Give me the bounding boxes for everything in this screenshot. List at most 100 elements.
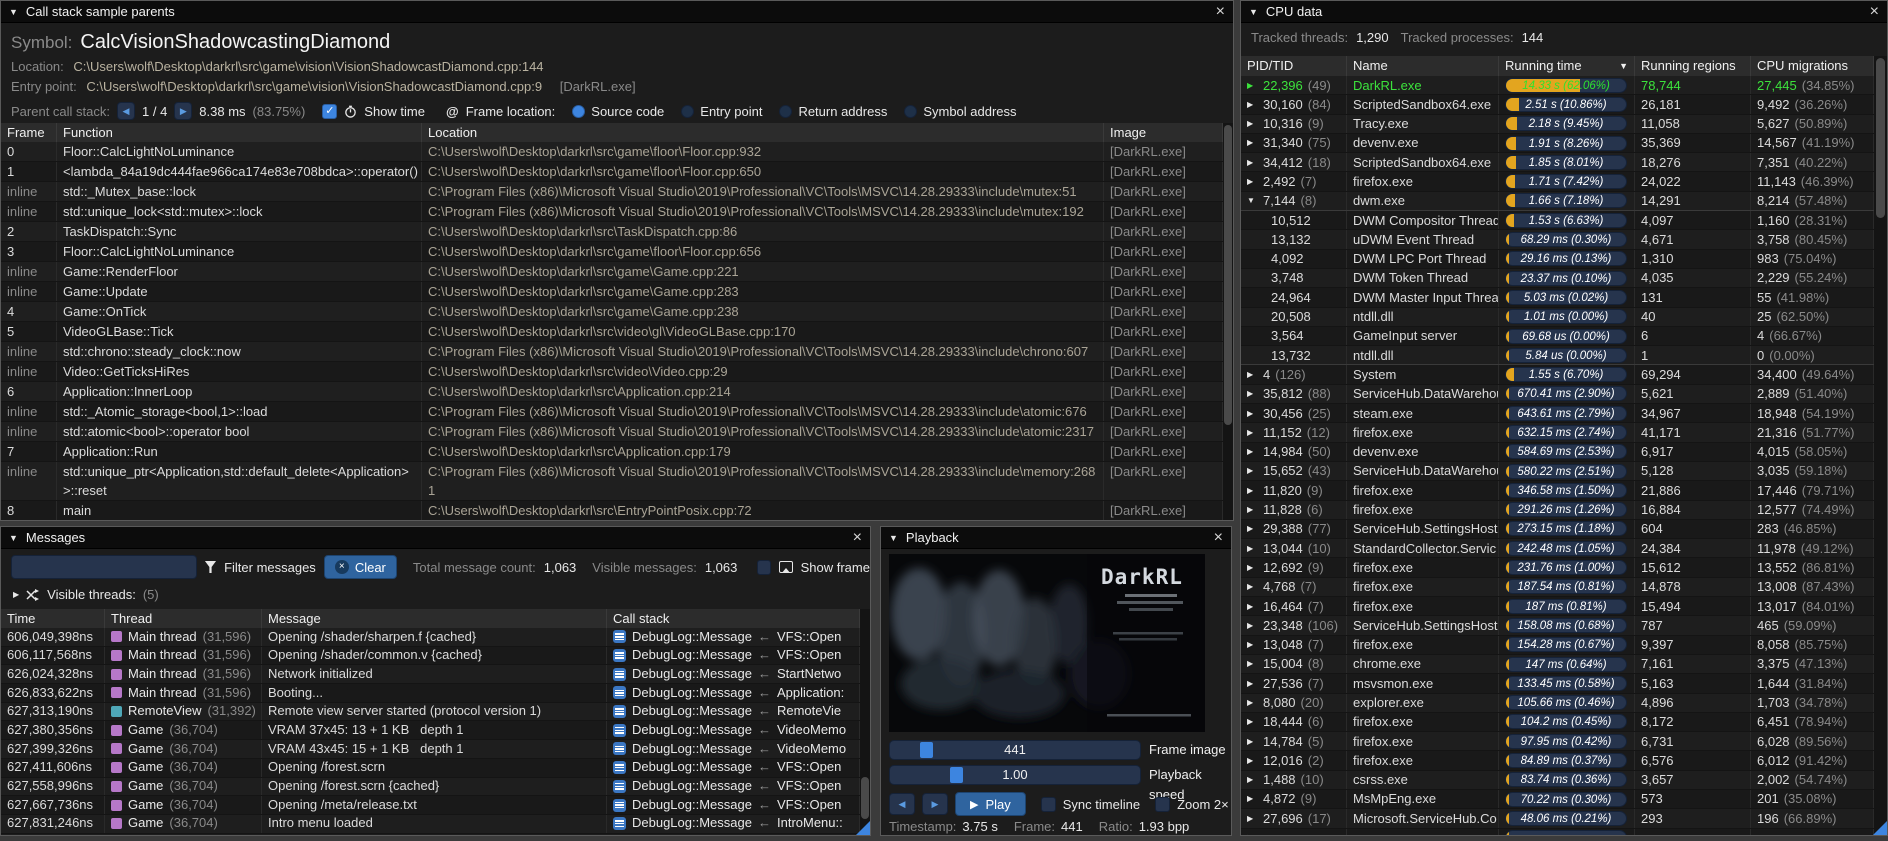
expander-icon[interactable]: ▶ [1247,172,1258,190]
cpu-process-row[interactable]: ▶8,080(20)explorer.exe105.66 ms (0.46%)4… [1241,694,1874,713]
message-row[interactable]: 626,024,328nsMain thread(31,596)Network … [1,665,860,684]
collapse-icon[interactable]: ▼ [889,533,898,543]
cpu-process-row[interactable]: ▶14,784(5)firefox.exe97.95 ms (0.42%)6,7… [1241,732,1874,751]
callstack-frame-row[interactable]: 0Floor::CalcLightNoLuminanceC:\Users\wol… [1,142,1223,162]
message-callstack-cell[interactable]: DebugLog::Message←VideoMemo [607,740,860,758]
cpu-process-row[interactable]: ▶30,456(25)steam.exe643.61 ms (2.79%)34,… [1241,404,1874,423]
radio-source-code[interactable]: Source code [572,104,664,119]
callstack-frame-row[interactable]: inlinestd::unique_lock<std::mutex>::lock… [1,202,1223,222]
callstack-frame-row[interactable]: inlineVideo::GetTicksHiResC:\Users\wolf\… [1,362,1223,382]
callstack-frame-row[interactable]: inlineGame::UpdateC:\Users\wolf\Desktop\… [1,282,1223,302]
callstack-scrollbar[interactable] [1223,123,1233,520]
column-running-regions[interactable]: Running regions [1635,56,1751,76]
play-button[interactable]: ▶Play [955,792,1026,816]
expander-icon[interactable]: ▶ [1247,694,1258,712]
cpu-process-row[interactable]: ▶15,652(43)ServiceHub.DataWarehou580.22 … [1241,462,1874,481]
cpu-process-row[interactable]: 20,508ntdll.dll1.01 ms (0.00%)4025(62.50… [1241,308,1874,327]
expander-icon[interactable]: ▶ [1247,481,1258,499]
callstack-frame-row[interactable]: 8mainC:\Users\wolf\Desktop\darkrl\src\En… [1,501,1223,521]
message-callstack-cell[interactable]: DebugLog::Message←Application: [607,684,860,702]
cpu-process-row[interactable]: ▶16,464(7)firefox.exe187 ms (0.81%)15,49… [1241,597,1874,616]
show-frame-checkbox[interactable] [757,560,771,575]
close-icon[interactable]: × [1216,4,1225,20]
expander-icon[interactable]: ▶ [1247,655,1258,673]
message-callstack-cell[interactable]: DebugLog::Message←VFS::Open [607,759,860,777]
callstack-frame-row[interactable]: inlinestd::unique_ptr<Application,std::d… [1,462,1223,501]
radio-icon[interactable] [572,105,585,118]
expander-icon[interactable]: ▶ [1247,520,1258,538]
expander-icon[interactable]: ▶ [1247,365,1258,383]
step-forward-button[interactable]: ▶ [922,793,948,815]
collapse-icon[interactable]: ▼ [1249,7,1258,17]
callstack-frame-row[interactable]: 5VideoGLBase::TickC:\Users\wolf\Desktop\… [1,322,1223,342]
expander-icon[interactable]: ▶ [1247,134,1258,152]
callstack-frame-row[interactable]: inlinestd::_Mutex_base::lockC:\Program F… [1,182,1223,202]
cpu-process-row[interactable]: ▶29,388(77)ServiceHub.SettingsHost273.15… [1241,520,1874,539]
cpu-process-row[interactable]: ▶1,488(10)csrss.exe83.74 ms (0.36%)3,657… [1241,771,1874,790]
playback-speed-slider[interactable]: 1.00 [889,765,1141,785]
message-callstack-cell[interactable]: DebugLog::Message←VFS::Open [607,796,860,814]
prev-parent-button[interactable]: ◀ [117,102,135,120]
cpu-process-row[interactable]: ▶13,048(7)firefox.exe154.28 ms (0.67%)9,… [1241,636,1874,655]
cpu-process-row[interactable]: ▼7,144(8)dwm.exe1.66 s (7.18%)14,2918,21… [1241,192,1874,211]
message-callstack-cell[interactable]: DebugLog::Message←VFS::Open [607,647,860,665]
cpu-process-row[interactable]: 10,512DWM Compositor Thread1.53 s (6.63%… [1241,211,1874,230]
callstack-frame-row[interactable]: 1<lambda_84a19dc444fae966ca174e83e708bdc… [1,162,1223,182]
expander-icon[interactable]: ▶ [1247,674,1258,692]
cpu-process-row[interactable]: ▶18,444(6)firefox.exe104.2 ms (0.45%)8,1… [1241,713,1874,732]
callstack-frame-row[interactable]: inlineGame::RenderFloorC:\Users\wolf\Des… [1,262,1223,282]
cpu-process-row[interactable]: ▶27,536(7)msvsmon.exe133.45 ms (0.58%)5,… [1241,674,1874,693]
expander-icon[interactable]: ▶ [1247,95,1258,113]
cpu-process-row[interactable]: ▶ [1241,829,1874,836]
expander-icon[interactable]: ▶ [1247,790,1258,808]
column-pid-tid[interactable]: PID/TID [1241,56,1347,76]
expander-icon[interactable]: ▶ [1247,616,1258,634]
cpu-process-row[interactable]: 13,732ntdll.dll5.84 us (0.00%)10(0.00%) [1241,346,1874,365]
cpu-process-row[interactable]: ▶13,044(10)StandardCollector.Servic242.4… [1241,539,1874,558]
cpu-process-row[interactable]: ▶12,016(2)firefox.exe84.89 ms (0.37%)6,5… [1241,751,1874,770]
column-cpu-migrations[interactable]: CPU migrations [1751,56,1874,76]
callstack-frame-row[interactable]: inlinestd::atomic<bool>::operator boolC:… [1,422,1223,442]
cpu-scrollbar[interactable] [1874,56,1887,835]
threads-expander-icon[interactable]: ▶ [13,590,19,599]
cpu-process-row[interactable]: ▶12,692(9)firefox.exe231.76 ms (1.00%)15… [1241,558,1874,577]
close-icon[interactable]: × [1870,4,1879,20]
expander-icon[interactable]: ▶ [1247,713,1258,731]
sync-timeline-checkbox[interactable] [1041,797,1056,812]
messages-scrollbar[interactable] [860,609,870,835]
expander-icon[interactable]: ▶ [1247,423,1258,441]
cpu-process-row[interactable]: ▶30,160(84)ScriptedSandbox64.exe2.51 s (… [1241,95,1874,114]
callstack-frame-row[interactable]: inlinestd::chrono::steady_clock::nowC:\P… [1,342,1223,362]
close-icon[interactable]: × [853,530,862,546]
cpu-process-row[interactable]: ▶11,820(9)firefox.exe346.58 ms (1.50%)21… [1241,481,1874,500]
message-row[interactable]: 627,399,326nsGame(36,704)VRAM 43x45: 15 … [1,740,860,759]
expander-icon[interactable]: ▶ [1247,501,1258,519]
cpu-process-row[interactable]: ▶23,348(106)ServiceHub.SettingsHost158.0… [1241,616,1874,635]
expander-icon[interactable]: ▶ [1247,771,1258,789]
cpu-process-row[interactable]: ▶11,828(6)firefox.exe291.26 ms (1.26%)16… [1241,501,1874,520]
message-callstack-cell[interactable]: DebugLog::Message←IntroMenu:: [607,815,860,833]
show-time-checkbox[interactable]: ✓ [322,104,337,119]
callstack-frame-row[interactable]: 3Floor::CalcLightNoLuminanceC:\Users\wol… [1,242,1223,262]
expander-icon[interactable]: ▶ [1247,751,1258,769]
radio-symbol-address[interactable]: Symbol address [904,104,1016,119]
cpu-process-row[interactable]: ▶27,696(17)Microsoft.ServiceHub.Co48.06 … [1241,809,1874,828]
collapse-icon[interactable]: ▼ [9,7,18,17]
message-row[interactable]: 606,049,398nsMain thread(31,596)Opening … [1,628,860,647]
expander-icon[interactable]: ▶ [1247,829,1258,836]
message-row[interactable]: 627,558,996nsGame(36,704)Opening /forest… [1,778,860,797]
message-row[interactable]: 606,117,568nsMain thread(31,596)Opening … [1,647,860,666]
radio-icon[interactable] [779,105,792,118]
clear-button[interactable]: ×Clear [324,555,397,579]
zoom-2x-checkbox[interactable] [1155,797,1170,812]
cpu-process-row[interactable]: ▶34,412(18)ScriptedSandbox64.exe1.85 s (… [1241,153,1874,172]
cpu-process-row[interactable]: ▶4(126)System1.55 s (6.70%)69,29434,400(… [1241,365,1874,384]
frame-image-slider[interactable]: 441 [889,740,1141,760]
expander-icon[interactable]: ▶ [1247,153,1258,171]
collapse-icon[interactable]: ▼ [9,533,18,543]
cpu-process-row[interactable]: ▶14,984(50)devenv.exe584.69 ms (2.53%)6,… [1241,443,1874,462]
message-callstack-cell[interactable]: DebugLog::Message←VFS::Open [607,778,860,796]
expander-icon[interactable]: ▶ [1247,578,1258,596]
expander-icon[interactable]: ▶ [1247,404,1258,422]
cpu-process-row[interactable]: ▶15,004(8)chrome.exe147 ms (0.64%)7,1613… [1241,655,1874,674]
